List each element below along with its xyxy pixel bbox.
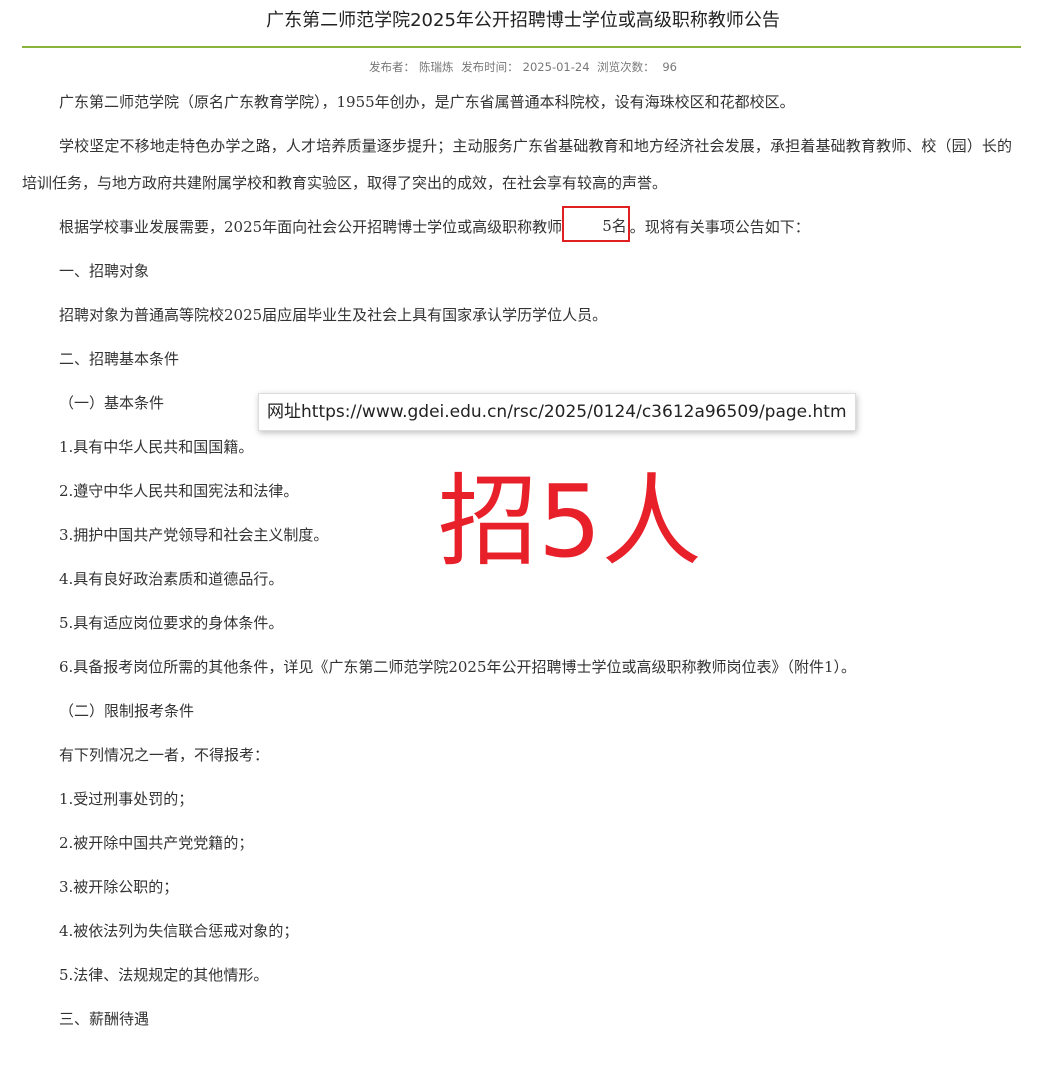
url-tooltip: 网址https://www.gdei.edu.cn/rsc/2025/0124/… [258,393,856,431]
recruitment-text-before: 根据学校事业发展需要，2025年面向社会公开招聘博士学位或高级职称教师 [59,218,563,236]
overlay-annotation: 招5人 [438,463,702,580]
condition-item: 5.具有适应岗位要求的身体条件。 [59,614,284,632]
school-paragraph: 学校坚定不移地走特色办学之路，人才培养质量逐步提升；主动服务广东省基础教育和地方… [22,137,1012,192]
article-meta: 发布者： 陈瑞炼 发布时间： 2025-01-24 浏览次数： 96 [0,58,1046,76]
recruitment-text-after: 。现将有关事项公告如下： [629,218,810,236]
subheading-restrictions: （二）限制报考条件 [59,702,195,720]
publisher-name: 陈瑞炼 [419,60,454,74]
restriction-item: 2.被开除中国共产党党籍的； [59,834,254,852]
article-title: 广东第二师范学院2025年公开招聘博士学位或高级职称教师公告 [266,10,780,31]
highlighted-count: 5名 [562,206,630,242]
restriction-item: 4.被依法列为失信联合惩戒对象的； [59,922,299,940]
view-count: 96 [662,60,677,74]
condition-item: 1.具有中华人民共和国国籍。 [59,438,254,456]
recruitment-paragraph: 根据学校事业发展需要，2025年面向社会公开招聘博士学位或高级职称教师 5名 。现将… [22,206,1012,246]
section-heading-targets: 一、招聘对象 [59,262,150,280]
restrictions-intro: 有下列情况之一者，不得报考： [59,746,270,764]
targets-paragraph: 招聘对象为普通高等院校2025届应届毕业生及社会上具有国家承认学历学位人员。 [59,306,608,324]
view-count-label: 浏览次数： [597,60,655,74]
condition-item: 6.具备报考岗位所需的其他条件，详见《广东第二师范学院2025年公开招聘博士学位… [59,658,857,676]
title-divider [22,46,1021,48]
intro-paragraph: 广东第二师范学院（原名广东教育学院），1955年创办，是广东省属普通本科院校，设… [59,93,795,111]
publish-time: 2025-01-24 [522,60,590,74]
restriction-item: 1.受过刑事处罚的； [59,790,194,808]
restriction-item: 5.法律、法规规定的其他情形。 [59,966,269,984]
publisher-label: 发布者： [369,60,416,74]
section-heading-conditions: 二、招聘基本条件 [59,350,180,368]
publish-time-label: 发布时间： [461,60,519,74]
section-heading-salary: 三、薪酬待遇 [59,1010,150,1028]
restriction-item: 3.被开除公职的； [59,878,179,896]
